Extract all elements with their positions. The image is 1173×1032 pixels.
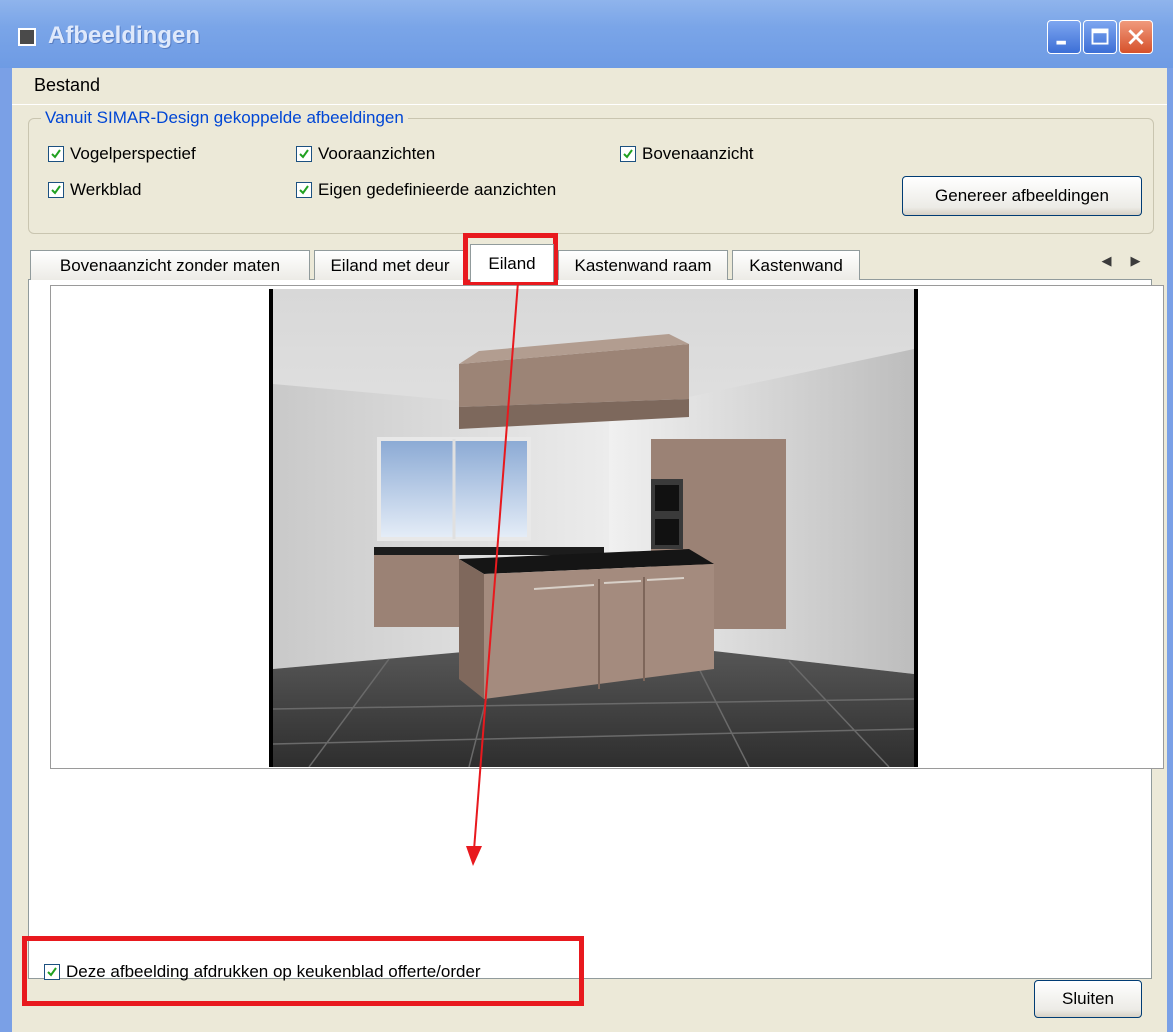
title-bar[interactable]: Afbeeldingen: [0, 0, 1173, 68]
app-window: Afbeeldingen Bestand Vanuit SIMAR-Design…: [0, 0, 1173, 1032]
close-window-button[interactable]: [1119, 20, 1153, 54]
checkbox-box[interactable]: [620, 146, 636, 162]
checkbox-label: Deze afbeelding afdrukken op keukenblad …: [66, 962, 481, 981]
menu-bar: Bestand: [12, 68, 1167, 105]
checkbox-label: Eigen gedefinieerde aanzichten: [318, 180, 557, 199]
chevron-left-icon[interactable]: ◀: [1102, 253, 1112, 269]
checkbox-box[interactable]: [48, 182, 64, 198]
window-frame-right: [1167, 68, 1173, 1032]
maximize-button[interactable]: [1083, 20, 1117, 54]
menu-item-bestand[interactable]: Bestand: [34, 75, 100, 96]
checkmark-icon: [299, 149, 309, 159]
close-icon: [1128, 29, 1144, 45]
checkbox-box[interactable]: [44, 964, 60, 980]
minimize-icon: [1056, 40, 1066, 45]
checkbox-box[interactable]: [296, 182, 312, 198]
kitchen-render-image: [269, 289, 918, 767]
checkbox-bovenaanzicht[interactable]: Bovenaanzicht: [620, 144, 754, 164]
checkbox-label: Bovenaanzicht: [642, 144, 754, 163]
tab-eiland-met-deur[interactable]: Eiland met deur: [314, 250, 466, 280]
checkbox-werkblad[interactable]: Werkblad: [48, 180, 142, 200]
generate-images-button[interactable]: Genereer afbeeldingen: [902, 176, 1142, 216]
window-frame-left: [0, 68, 12, 1032]
maximize-icon: [1091, 28, 1109, 45]
red-arrow: [466, 281, 519, 866]
window-title: Afbeeldingen: [48, 22, 201, 49]
checkmark-icon: [299, 185, 309, 195]
checkbox-eigen-aanzichten[interactable]: Eigen gedefinieerde aanzichten: [296, 180, 556, 200]
checkmark-icon: [623, 149, 633, 159]
tab-kastenwand-raam[interactable]: Kastenwand raam: [558, 250, 728, 280]
chevron-right-icon[interactable]: ▶: [1131, 253, 1141, 269]
checkbox-label: Vogelperspectief: [70, 144, 196, 163]
checkbox-vooraanzichten[interactable]: Vooraanzichten: [296, 144, 435, 164]
tab-eiland[interactable]: Eiland: [470, 244, 554, 282]
tab-scroll-arrows: ◀ ▶: [1092, 250, 1150, 272]
app-icon: [18, 28, 36, 46]
close-button[interactable]: Sluiten: [1034, 980, 1142, 1018]
checkbox-box[interactable]: [296, 146, 312, 162]
checkmark-icon: [51, 185, 61, 195]
checkbox-print-image[interactable]: Deze afbeelding afdrukken op keukenblad …: [44, 962, 481, 982]
tab-bovenaanzicht-zonder-maten[interactable]: Bovenaanzicht zonder maten: [30, 250, 310, 280]
minimize-button[interactable]: [1047, 20, 1081, 54]
checkbox-vogelperspectief[interactable]: Vogelperspectief: [48, 144, 196, 164]
checkbox-box[interactable]: [48, 146, 64, 162]
group-legend: Vanuit SIMAR-Design gekoppelde afbeeldin…: [41, 108, 408, 128]
checkmark-icon: [47, 967, 57, 977]
tab-kastenwand[interactable]: Kastenwand: [732, 250, 860, 280]
checkbox-label: Vooraanzichten: [318, 144, 436, 163]
checkbox-label: Werkblad: [70, 180, 142, 199]
checkmark-icon: [51, 149, 61, 159]
